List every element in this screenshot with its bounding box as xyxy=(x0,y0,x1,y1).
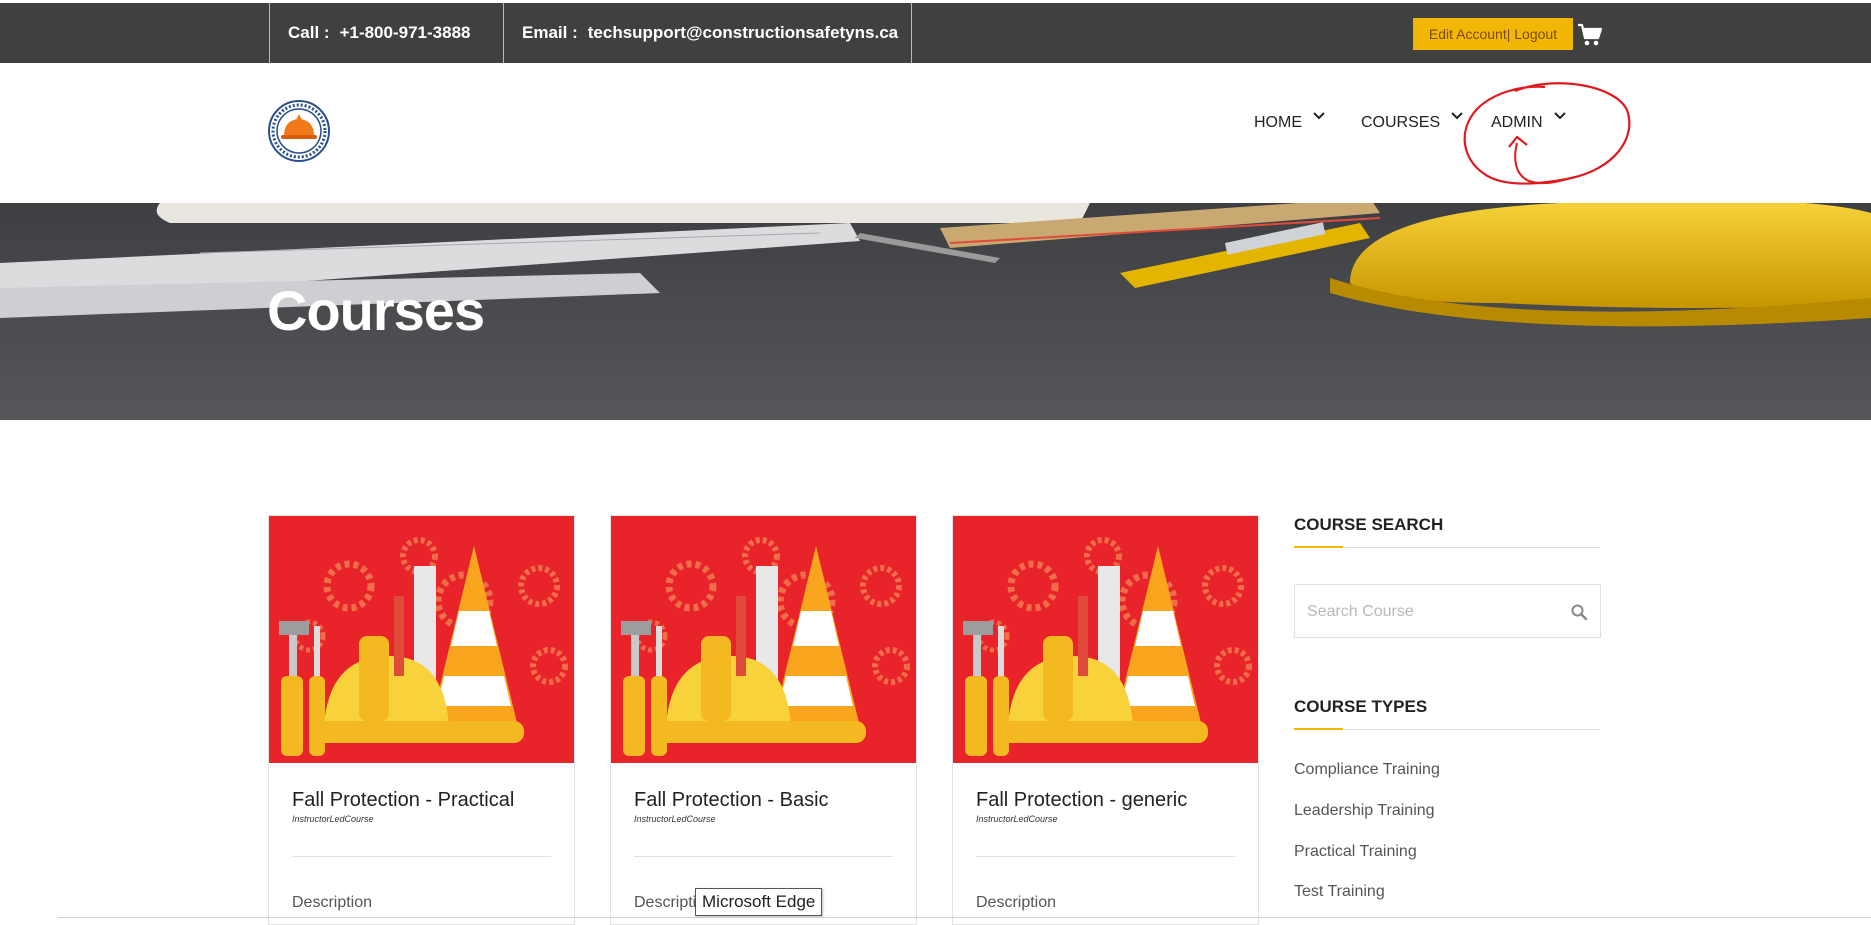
divider xyxy=(634,856,893,857)
course-type: InstructorLedCourse xyxy=(292,814,374,824)
divider xyxy=(976,856,1235,857)
course-title[interactable]: Fall Protection - generic xyxy=(976,789,1187,812)
course-type-link[interactable]: Test Training xyxy=(1294,883,1385,901)
course-description: Description xyxy=(292,894,373,911)
construction-tools-illustration xyxy=(269,516,574,763)
edit-account-logout-button[interactable]: Edit Account| Logout xyxy=(1413,18,1573,50)
course-type: InstructorLedCourse xyxy=(634,814,716,824)
page-title: Courses xyxy=(267,279,485,342)
heading-accent xyxy=(1294,728,1343,730)
nav-admin-label: ADMIN xyxy=(1491,114,1543,131)
course-card[interactable]: Fall Protection - Practical InstructorLe… xyxy=(268,515,575,925)
site-header: HOME COURSES ADMIN xyxy=(0,63,1871,203)
call-info: Call : +1-800-971-3888 xyxy=(269,3,504,63)
course-image[interactable] xyxy=(269,516,574,763)
course-description: Description xyxy=(976,894,1057,911)
heading-accent xyxy=(1294,546,1343,548)
divider xyxy=(292,856,551,857)
phone-number[interactable]: +1-800-971-3888 xyxy=(340,23,471,43)
course-types-heading: COURSE TYPES xyxy=(1294,697,1428,716)
course-type: InstructorLedCourse xyxy=(976,814,1058,824)
course-type-link[interactable]: Leadership Training xyxy=(1294,802,1435,820)
course-type-link[interactable]: Practical Training xyxy=(1294,843,1417,861)
top-contact-bar: Call : +1-800-971-3888 Email : techsuppo… xyxy=(0,0,1871,63)
tooltip: Microsoft Edge xyxy=(695,888,823,916)
construction-safety-logo[interactable] xyxy=(268,100,330,162)
course-image[interactable] xyxy=(953,516,1258,763)
course-image[interactable] xyxy=(611,516,916,763)
course-title[interactable]: Fall Protection - Practical xyxy=(292,789,514,812)
construction-tools-illustration xyxy=(611,516,916,763)
nav-courses-label: COURSES xyxy=(1361,114,1441,131)
email-info: Email : techsupport@constructionsafetyns… xyxy=(503,3,912,63)
call-label: Call : xyxy=(288,23,330,42)
chevron-down-icon[interactable] xyxy=(1312,109,1326,123)
chevron-down-icon[interactable] xyxy=(1553,109,1567,123)
chevron-down-icon[interactable] xyxy=(1450,109,1464,123)
nav-admin[interactable]: ADMIN xyxy=(1491,111,1567,135)
nav-home-label: HOME xyxy=(1254,114,1302,131)
nav-courses[interactable]: COURSES xyxy=(1361,111,1464,135)
search-icon[interactable] xyxy=(1570,603,1588,621)
course-card[interactable]: Fall Protection - Basic InstructorLedCou… xyxy=(610,515,917,925)
search-input[interactable] xyxy=(1295,585,1559,639)
course-search-heading: COURSE SEARCH xyxy=(1294,515,1444,534)
shopping-cart-icon[interactable] xyxy=(1577,23,1603,47)
email-address[interactable]: techsupport@constructionsafetyns.ca xyxy=(588,23,898,43)
course-search-box xyxy=(1294,584,1601,639)
nav-home[interactable]: HOME xyxy=(1254,111,1326,135)
course-card[interactable]: Fall Protection - generic InstructorLedC… xyxy=(952,515,1259,925)
email-label: Email : xyxy=(522,23,578,42)
course-title[interactable]: Fall Protection - Basic xyxy=(634,789,829,812)
page-hero-banner: Courses xyxy=(0,203,1871,420)
construction-tools-illustration xyxy=(953,516,1258,763)
course-type-link[interactable]: Compliance Training xyxy=(1294,761,1440,779)
